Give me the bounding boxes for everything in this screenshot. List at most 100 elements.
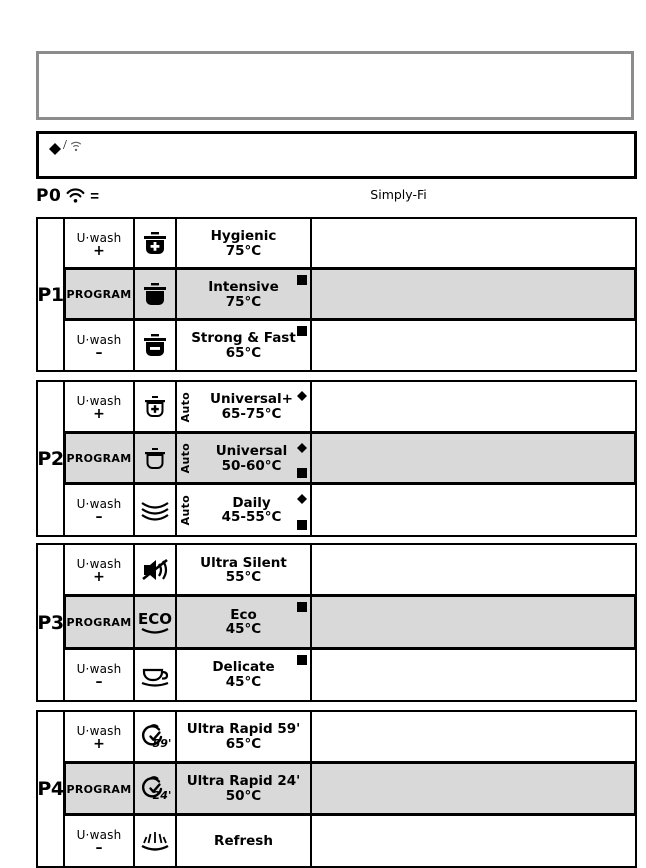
program-name-cell: Auto Universal+ 65-75°C xyxy=(177,382,312,432)
wash-level-cell[interactable]: U·wash – xyxy=(65,816,135,866)
table-row-selected[interactable]: PROGRAM Auto Universal 50-60°C xyxy=(64,430,636,485)
wash-level-cell[interactable]: U·wash – xyxy=(65,485,135,536)
program-name-cell: Hygienic 75°C xyxy=(177,219,312,268)
program-temperature: 65-75°C xyxy=(221,405,282,422)
program-name-cell: Eco 45°C xyxy=(177,597,312,648)
program-temperature: 50°C xyxy=(225,788,262,804)
wash-label-line2: + xyxy=(93,736,105,753)
stopwatch-59-icon: 59' xyxy=(135,712,177,762)
wash-label-line2: – xyxy=(95,509,103,526)
program-name-text: Delicate 45°C xyxy=(177,660,310,689)
wash-level-cell[interactable]: U·wash + xyxy=(65,545,135,596)
program-name-text: Strong & Fast 65°C xyxy=(177,331,310,360)
program-name-cell: Delicate 45°C xyxy=(177,649,312,700)
wash-level-cell[interactable]: U·wash + xyxy=(65,382,135,432)
program-name-text: Ultra Rapid 24' 50°C xyxy=(177,774,310,803)
program-name-cell: Intensive 75°C xyxy=(177,270,312,319)
program-name-cell: Ultra Silent 55°C xyxy=(177,545,312,596)
wash-label-line2: + xyxy=(93,405,105,422)
table-row-selected[interactable]: PROGRAM Intensive 75°C xyxy=(64,267,636,320)
wash-level-cell[interactable]: U·wash – xyxy=(65,321,135,370)
table-row[interactable]: U·wash + Auto Universal+ 65-75°C xyxy=(65,382,635,432)
program-title: Eco xyxy=(230,606,257,623)
program-description-cell xyxy=(312,545,635,595)
pot-filled-icon xyxy=(135,270,177,319)
group-label-p3: P3 xyxy=(37,545,65,700)
auto-mode-label: Auto xyxy=(179,443,192,474)
program-title: Delicate xyxy=(212,659,275,676)
brand-label: Simply-Fi xyxy=(370,187,427,202)
table-row[interactable]: U·wash – Refresh xyxy=(65,814,635,866)
program-temperature: 45-55°C xyxy=(221,509,282,526)
legend-panel: / xyxy=(36,131,637,179)
program-description-cell xyxy=(312,764,635,814)
program-group-p3: P3 U·wash + Ultra Silent 55°C PROGRAM EC… xyxy=(36,543,637,702)
diamond-marker-icon xyxy=(297,386,307,401)
wash-level-cell[interactable]: U·wash – xyxy=(65,649,135,700)
program-group-p2: P2 U·wash + Auto Universal+ 65-75°C PROG… xyxy=(36,380,637,537)
program-name-text: Ultra Silent 55°C xyxy=(177,554,310,585)
table-row[interactable]: U·wash – Delicate 45°C xyxy=(65,647,635,700)
wash-level-cell-program[interactable]: PROGRAM xyxy=(65,597,135,648)
program-group-p4: P4 U·wash + 59' Ultra Rapid 59' 65°C PRO… xyxy=(36,710,637,868)
stacked-plates-icon xyxy=(135,485,177,536)
program-name-cell: Ultra Rapid 59' 65°C xyxy=(177,712,312,762)
svg-text:59': 59' xyxy=(153,737,172,750)
program-temperature: 50-60°C xyxy=(221,457,282,474)
program-title: Ultra Silent xyxy=(200,554,287,571)
program-title: Ultra Rapid 24' xyxy=(186,773,301,790)
table-row[interactable]: U·wash + 59' Ultra Rapid 59' 65°C xyxy=(65,712,635,762)
program-keyword-label: PROGRAM xyxy=(66,782,132,796)
silent-crossed-sound-icon xyxy=(135,545,177,596)
program-name-text: Hygienic 75°C xyxy=(177,229,310,258)
program-title: Universal+ xyxy=(210,391,293,408)
program-name-text: Universal 50-60°C xyxy=(193,444,310,473)
wash-level-cell-program[interactable]: PROGRAM xyxy=(65,764,135,814)
table-row[interactable]: U·wash – Strong & Fast 65°C xyxy=(65,319,635,370)
program-name-cell: Auto Daily 45-55°C xyxy=(177,485,312,536)
wash-label-line2: – xyxy=(95,673,103,690)
wifi-icon-faint xyxy=(69,140,83,153)
square-marker-icon xyxy=(297,275,307,285)
group-label-p2: P2 xyxy=(37,382,65,535)
stopwatch-24-icon: 24' xyxy=(135,764,177,814)
wash-level-cell[interactable]: U·wash + xyxy=(65,219,135,268)
wash-label-line2: – xyxy=(95,344,103,361)
square-marker-icon xyxy=(297,326,307,336)
program-title: Intensive xyxy=(208,278,279,295)
diamond-marker-icon xyxy=(297,489,307,505)
wash-level-cell[interactable]: U·wash + xyxy=(65,712,135,762)
program-title: Strong & Fast xyxy=(191,329,296,346)
program-title: Hygienic xyxy=(210,227,277,244)
square-marker-icon xyxy=(297,468,307,479)
pot-outline-icon xyxy=(135,433,177,484)
program-temperature: 75°C xyxy=(225,242,262,259)
wash-level-cell-program[interactable]: PROGRAM xyxy=(65,270,135,319)
table-row-selected[interactable]: PROGRAM 24' Ultra Rapid 24' 50°C xyxy=(64,761,636,815)
auto-mode-label: Auto xyxy=(179,494,192,526)
program-description-cell xyxy=(312,816,635,866)
top-empty-panel xyxy=(36,51,634,120)
refresh-spray-icon xyxy=(135,816,177,866)
group-label-p1: P1 xyxy=(37,219,65,370)
table-row[interactable]: U·wash – Auto Daily 45-55°C xyxy=(65,483,635,536)
square-marker-icon xyxy=(297,602,307,613)
program-description-cell xyxy=(312,485,635,535)
program-temperature: 65°C xyxy=(225,344,262,361)
wash-label-line2: + xyxy=(93,242,105,259)
cup-saucer-icon xyxy=(135,649,177,700)
program-temperature: 65°C xyxy=(225,736,262,752)
program-description-cell xyxy=(312,434,635,484)
square-marker-icon xyxy=(297,654,307,665)
svg-text:24': 24' xyxy=(153,789,172,802)
pot-minus-filled-icon xyxy=(135,321,177,370)
group-label-p4: P4 xyxy=(37,712,65,866)
program-name-text: Eco 45°C xyxy=(177,608,310,637)
wash-level-cell-program[interactable]: PROGRAM xyxy=(65,433,135,484)
table-row[interactable]: U·wash + Hygienic 75°C xyxy=(65,219,635,268)
table-row[interactable]: U·wash + Ultra Silent 55°C xyxy=(65,545,635,596)
program-description-cell xyxy=(312,650,635,700)
program-description-cell xyxy=(312,597,635,647)
legend-separator: / xyxy=(63,138,67,153)
table-row-selected[interactable]: PROGRAM ECO Eco 45°C xyxy=(64,594,636,649)
